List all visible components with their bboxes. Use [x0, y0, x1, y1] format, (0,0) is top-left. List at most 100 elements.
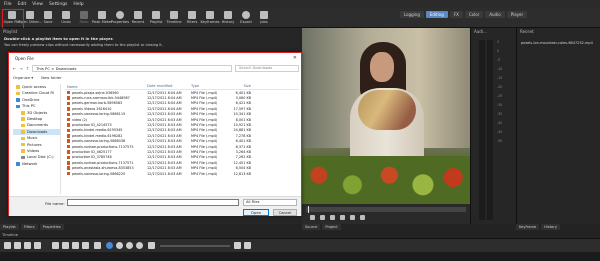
toolbar-button-3[interactable]: Undo [58, 9, 74, 27]
file-size: 3,060 KB [235, 96, 251, 101]
main-toolbar: Logging Editing FX Color Audio Player Open Fi… [0, 8, 600, 28]
recent-item[interactable]: pexels-lon-mountain-coles-6847252.mp4 [521, 41, 593, 45]
layout-tab-logging[interactable]: Logging [400, 11, 424, 18]
zoom-fit-icon[interactable] [244, 242, 251, 249]
menu-help[interactable]: Help [73, 2, 83, 7]
cloud-icon [16, 98, 20, 102]
zoom-in-icon[interactable] [234, 242, 241, 249]
toolbar-button-14[interactable]: Jobs [256, 9, 272, 27]
up-icon[interactable]: ↑ [26, 66, 29, 71]
toolbar-button-7[interactable]: Recent [130, 9, 146, 27]
file-size: 8,001 KB [235, 117, 251, 122]
toolbar-button-13[interactable]: Export [238, 9, 254, 27]
nav-item[interactable]: Network [13, 161, 60, 167]
path-field[interactable]: This PC > Downloads [32, 65, 232, 72]
video-player[interactable] [302, 28, 470, 204]
keyframes-icon [206, 11, 214, 19]
tab-project[interactable]: Project [322, 224, 341, 230]
skip-end-icon[interactable] [350, 215, 355, 220]
close-icon[interactable]: ✕ [293, 55, 297, 61]
lift-icon[interactable] [72, 242, 79, 249]
menu-settings[interactable]: Settings [49, 2, 67, 7]
search-input[interactable]: Search Downloads [235, 65, 299, 72]
file-date: 12/17/2021 8:04 AM [147, 101, 182, 106]
toolbar-button-1[interactable]: Open Other... [18, 9, 42, 27]
file-name-cell: video (2) [65, 118, 147, 122]
new-folder-button[interactable]: New folder [41, 75, 62, 81]
toolbar-label: Undo [61, 20, 71, 24]
organize-button[interactable]: Organize ▾ [13, 75, 33, 81]
volume-icon[interactable] [360, 215, 365, 220]
menu-view[interactable]: View [32, 2, 43, 7]
overwrite-icon[interactable] [82, 242, 89, 249]
copy-icon[interactable] [24, 242, 31, 249]
layout-tab-fx[interactable]: FX [449, 11, 463, 18]
scrubber[interactable] [306, 206, 466, 213]
timeline-tracks[interactable] [0, 252, 600, 261]
tab-source[interactable]: Source [302, 224, 321, 230]
video-file-icon [67, 90, 70, 95]
cancel-button[interactable]: Cancel [273, 209, 297, 216]
toolbar-label: Save [43, 20, 53, 24]
pc-icon [16, 104, 20, 109]
dialog-title: Open File [15, 56, 34, 61]
toolbar-button-8[interactable]: Playlist [148, 9, 164, 27]
zoom-slider[interactable] [160, 245, 230, 247]
video-file-icon [67, 134, 70, 138]
toolbar-button-4[interactable]: Redo [76, 9, 92, 27]
paste-icon[interactable] [34, 242, 41, 249]
menu-icon[interactable] [4, 242, 11, 249]
tab-history[interactable]: History [541, 224, 560, 230]
tab-properties[interactable]: Properties [39, 224, 64, 230]
layout-tab-editing[interactable]: Editing [425, 11, 448, 18]
fast-forward-icon[interactable] [340, 215, 345, 220]
layout-tab-color[interactable]: Color [464, 11, 484, 18]
filename-input[interactable] [67, 199, 239, 206]
file-name-cell: pexels-rodnae-productions-7137575 [65, 145, 147, 149]
toolbar-button-12[interactable]: History [220, 9, 236, 27]
back-icon[interactable]: ← [13, 66, 16, 71]
toolbar-button-2[interactable]: Save [40, 9, 56, 27]
snap-icon[interactable] [106, 242, 113, 249]
video-file-icon [67, 139, 70, 143]
tab-keyframe[interactable]: Keyframe [516, 224, 540, 230]
ripple-all-icon[interactable] [136, 242, 143, 249]
tab-playlist[interactable]: Playlist [0, 224, 19, 230]
cut-icon[interactable] [14, 242, 21, 249]
menu-file[interactable]: File [4, 2, 12, 7]
toolbar-button-6[interactable]: Properties [111, 9, 129, 27]
filters-icon [188, 11, 196, 19]
append-icon[interactable] [52, 242, 59, 249]
layout-tab-audio[interactable]: Audio [485, 11, 505, 18]
scrub-icon[interactable] [116, 242, 123, 249]
split-icon[interactable] [94, 242, 101, 249]
column-name[interactable]: Name [65, 84, 147, 89]
file-name: video (2) [72, 117, 88, 122]
tab-filters[interactable]: Filters [20, 224, 38, 230]
column-type[interactable]: Type [191, 84, 227, 89]
column-date[interactable]: Date modified [147, 84, 191, 89]
toolbar-button-10[interactable]: Filters [184, 9, 200, 27]
column-size[interactable]: Size [227, 84, 253, 89]
file-type: MP4 File (.mp4) [191, 155, 218, 160]
ripple-icon[interactable] [126, 242, 133, 249]
playhead[interactable] [308, 206, 309, 213]
forward-icon[interactable]: → [19, 66, 22, 71]
toolbar-button-5[interactable]: Peak Meter [92, 9, 112, 27]
file-row[interactable]: pexels-vanessa-loring-5866225 12/17/2021 … [65, 171, 299, 176]
transport-bar [302, 204, 470, 224]
open-button[interactable]: Open [243, 209, 269, 216]
skip-start-icon[interactable] [310, 215, 315, 220]
rewind-icon[interactable] [320, 215, 325, 220]
menu-edit[interactable]: Edit [18, 2, 27, 7]
play-icon[interactable] [330, 215, 335, 220]
toolbar-button-11[interactable]: Keyframes [200, 9, 220, 27]
zoom-out-icon[interactable] [148, 242, 155, 249]
file-type: MP4 File (.mp4) [191, 112, 218, 117]
toolbar-button-9[interactable]: Timeline [166, 9, 182, 27]
layout-tab-player[interactable]: Player [506, 11, 528, 18]
filetype-select[interactable]: All Files [243, 199, 297, 206]
remove-icon[interactable] [62, 242, 69, 249]
file-type: MP4 File (.mp4) [191, 149, 218, 154]
file-size: 12,813 KB [233, 171, 252, 176]
